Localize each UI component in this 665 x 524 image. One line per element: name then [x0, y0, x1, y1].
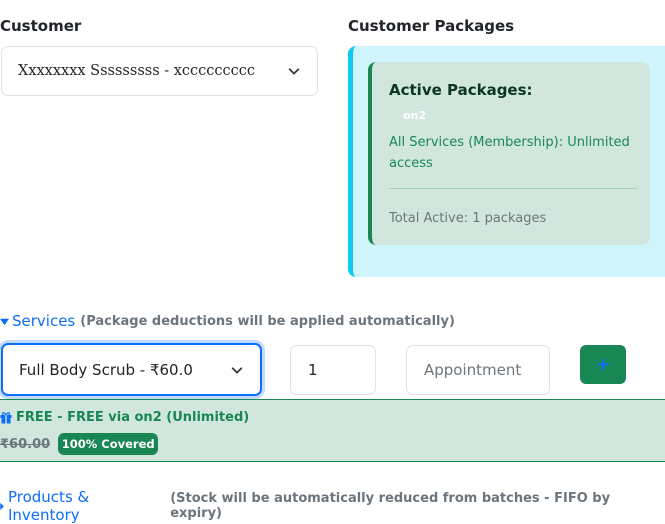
service-select-value: Full Body Scrub - ₹60.0 [19, 360, 193, 379]
customer-select-value: Xxxxxxxx Sssssssss - xccccccccc [18, 63, 256, 79]
chevron-down-icon [288, 68, 300, 75]
package-service-line: All Services (Membership): Unlimited acc… [389, 135, 630, 171]
price-line: ₹60.00 100% Covered [0, 433, 159, 455]
old-price: ₹60.00 [0, 436, 51, 452]
products-note: (Stock will be automatically reduced fro… [170, 491, 611, 521]
services-note: (Package deductions will be applied auto… [80, 313, 455, 329]
customer-select[interactable]: Xxxxxxxx Sssssssss - xccccccccc [1, 46, 318, 96]
quantity-input[interactable]: 1 [290, 345, 376, 395]
appointment-placeholder: Appointment [424, 361, 522, 379]
add-service-button[interactable]: + [580, 345, 626, 384]
packages-label: Customer Packages [348, 17, 515, 35]
products-header: Products & Inventory (Stock will be auto… [0, 488, 665, 524]
quantity-value: 1 [308, 361, 318, 379]
caret-icon [0, 502, 4, 510]
services-title[interactable]: Services [12, 312, 75, 330]
free-text: FREE - FREE via on2 (Unlimited) [16, 410, 250, 425]
appointment-input[interactable]: Appointment [406, 345, 550, 395]
package-code-badge: on2 [403, 109, 427, 122]
service-select[interactable]: Full Body Scrub - ₹60.0 [1, 343, 262, 396]
caret-down-icon [0, 318, 9, 325]
active-packages-card: Active Packages: on2 All Services (Membe… [368, 62, 650, 245]
active-packages-title: Active Packages: [389, 81, 533, 99]
gift-icon [0, 412, 12, 424]
products-title[interactable]: Products & Inventory [8, 488, 165, 524]
plus-icon: + [595, 354, 611, 375]
services-header: Services (Package deductions will be app… [0, 312, 455, 330]
coverage-badge: 100% Covered [58, 433, 159, 455]
free-line: FREE - FREE via on2 (Unlimited) [0, 410, 249, 425]
total-active-text: Total Active: 1 packages [389, 211, 547, 226]
divider [389, 188, 637, 189]
package-coverage-alert: FREE - FREE via on2 (Unlimited) ₹60.00 1… [0, 399, 665, 462]
customer-label: Customer [0, 17, 82, 35]
chevron-down-icon [231, 366, 243, 373]
